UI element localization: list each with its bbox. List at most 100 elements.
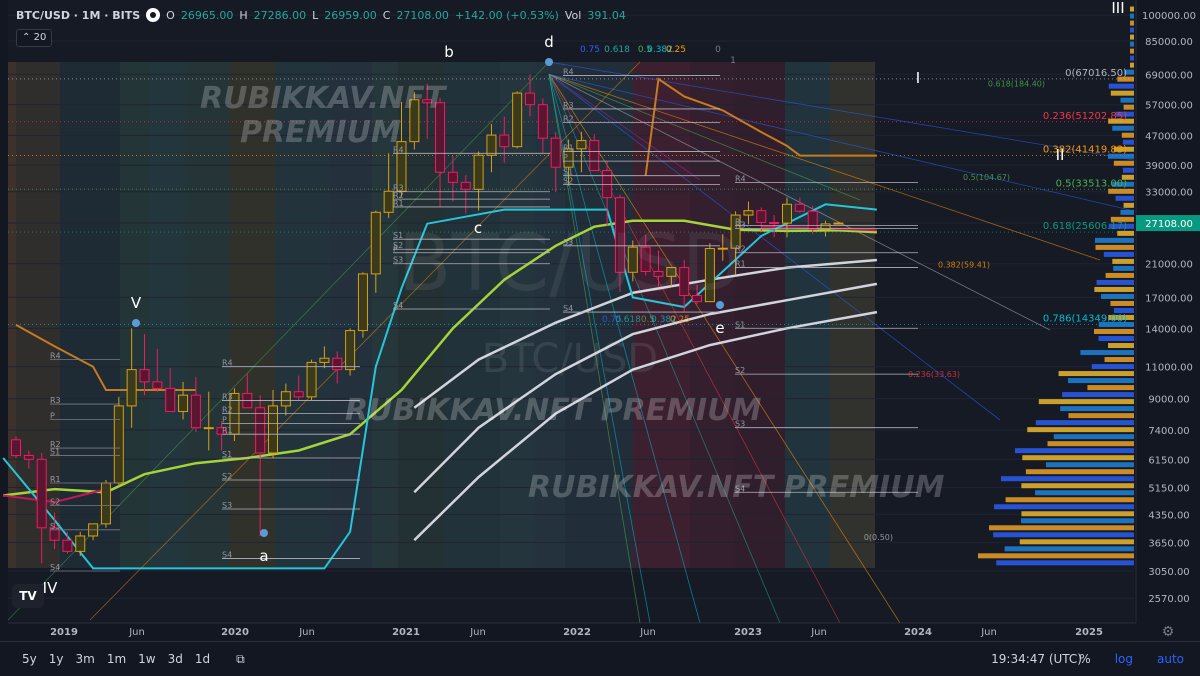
range-1y-button[interactable]: 1y <box>43 652 70 666</box>
indicator-count: 20 <box>33 32 47 43</box>
high-value: 27286.00 <box>253 8 307 22</box>
volume-profile-bar <box>1087 385 1134 391</box>
tradingview-logo[interactable]: TV <box>12 584 44 608</box>
volume-profile-bar <box>1094 286 1134 292</box>
price-tick-label: 17000.00 <box>1145 293 1193 304</box>
date-range-icon[interactable]: ⧉ <box>230 652 251 667</box>
volume-profile-bar <box>1120 97 1134 103</box>
candle-body <box>280 391 291 407</box>
candle-body <box>126 369 137 407</box>
fan-label: 1 <box>730 56 736 66</box>
candle-body <box>332 357 343 371</box>
price-tick-label: 33000.00 <box>1145 188 1193 199</box>
candle-body <box>512 92 523 148</box>
time-tick-label: 2020 <box>221 627 249 638</box>
range-3d-button[interactable]: 3d <box>162 652 189 666</box>
time-tick-label: Jun <box>298 627 315 638</box>
wave-label-I: I <box>916 69 920 87</box>
indicators-toggle-button[interactable]: ⌃ 20 <box>16 29 53 47</box>
volume-profile-bar <box>1101 293 1134 299</box>
candle-body <box>743 210 754 216</box>
volume-profile-bar <box>1035 420 1134 426</box>
wave-label-V: V <box>131 294 142 312</box>
price-tick-label: 3050.00 <box>1148 567 1189 578</box>
log-scale-button[interactable]: log <box>1109 652 1139 666</box>
candle-body <box>499 134 510 148</box>
fan-label: 0.25 <box>666 45 686 55</box>
price-chart[interactable]: R4R3R2R1PS1S2S3S4R4R3R2R1PS1S2S3S4R4R3R2… <box>0 0 1200 641</box>
volume-profile-bar <box>1121 132 1134 138</box>
candle-body <box>589 140 600 172</box>
price-tick-label: 85000.00 <box>1145 37 1193 48</box>
utc-clock[interactable]: 19:34:47 (UTC) <box>991 652 1082 666</box>
volume-profile-bar <box>1060 406 1134 412</box>
price-tick-label: 4350.00 <box>1148 510 1189 521</box>
volume-profile-bar <box>1113 265 1134 271</box>
volume-profile-bar <box>1098 336 1134 342</box>
zone-band <box>150 62 185 568</box>
volume-profile-bar <box>1094 237 1134 243</box>
range-1m-button[interactable]: 1m <box>101 652 132 666</box>
volume-profile-bar <box>1123 202 1134 208</box>
candle-body <box>345 330 356 371</box>
fan-label-low: 0.618 <box>615 315 641 325</box>
volume-profile-bar <box>1096 279 1134 285</box>
symbol-title[interactable]: BTC/USD · 1M · BITS <box>16 9 140 22</box>
volume-profile-bar <box>1019 539 1134 545</box>
candle-body <box>255 407 266 454</box>
auto-scale-button[interactable]: auto <box>1151 652 1190 666</box>
volume-profile-bar <box>1103 251 1134 257</box>
volume-profile-bar <box>1035 490 1134 496</box>
watermark-small: BTC/USD <box>482 336 658 382</box>
candle <box>113 396 124 487</box>
fib-label: 0.786(14349.00) <box>1043 313 1127 324</box>
watermark-premium-1: RUBIKKAV.NFT <box>200 81 448 116</box>
time-tick-label: Jun <box>980 627 997 638</box>
candle <box>306 359 317 401</box>
market-status-icon <box>146 8 161 22</box>
wave-label-IV: IV <box>43 579 58 597</box>
range-1d-button[interactable]: 1d <box>189 652 216 666</box>
range-5y-button[interactable]: 5y <box>16 652 43 666</box>
candle-body <box>113 405 124 484</box>
fib-label: 0.5(33513.00) <box>1056 178 1128 189</box>
range-1w-button[interactable]: 1w <box>132 652 161 666</box>
volume-profile-bar <box>1110 300 1134 306</box>
wave-label-b: b <box>444 43 454 61</box>
candle-body <box>357 273 368 332</box>
time-tick-label: Jun <box>639 627 656 638</box>
chart-area[interactable]: R4 R3 R2 R1 P S1 S2 S3 S4 R4 R3 R2 R1 P S1 S2 S3 S4 R4 R3 R2… <box>0 0 1200 675</box>
open-label: O <box>166 8 175 22</box>
range-3m-button[interactable]: 3m <box>70 652 101 666</box>
volume-profile-bar <box>1094 329 1134 335</box>
volume-profile-bar <box>993 532 1134 538</box>
price-tick-label: 11000.00 <box>1145 363 1193 374</box>
price-tick-label: 100000.00 <box>1142 11 1196 22</box>
candle-body <box>178 394 189 413</box>
volume-profile-bar <box>1021 483 1134 489</box>
fib-label: 0(67016.50) <box>1065 68 1127 79</box>
candle-body <box>203 427 214 430</box>
candle-body <box>75 535 86 552</box>
bottom-toolbar: 5y 1y 3m 1m 1w 3d 1d ⧉ 19:34:47 (UTC) % … <box>0 641 1200 676</box>
price-tick-label: 2570.00 <box>1148 594 1189 605</box>
candle <box>100 480 111 528</box>
ohlc-legend: BTC/USD · 1M · BITS O 26965.00 H 27286.00 … <box>16 8 626 22</box>
time-axis <box>0 623 1200 641</box>
volume-profile-bar <box>1130 41 1134 47</box>
candle <box>11 436 21 458</box>
volume-profile-bar <box>994 504 1134 510</box>
percent-scale-button[interactable]: % <box>1073 652 1096 666</box>
candle-body <box>473 154 484 190</box>
volume-profile-bar <box>1021 511 1134 517</box>
volume-profile-bar <box>1022 455 1134 461</box>
lower-band <box>8 568 1134 623</box>
change-value: +142.00 (+0.53%) <box>454 8 559 22</box>
fib-ext-label: 0(0.50) <box>864 533 893 542</box>
volume-profile-bar <box>1108 83 1134 89</box>
fib-ext-label: 0.382(59.41) <box>938 261 990 270</box>
volume-profile-bar <box>1130 6 1134 12</box>
volume-profile-bar <box>1014 448 1134 454</box>
volume-label: Vol <box>564 8 582 22</box>
chevron-up-icon: ⌃ <box>22 32 31 43</box>
